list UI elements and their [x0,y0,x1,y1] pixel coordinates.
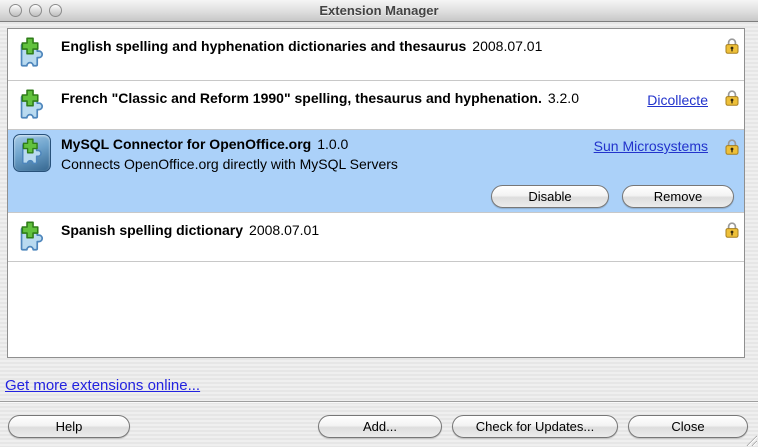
minimize-window-icon[interactable] [29,4,42,17]
extension-version: 1.0.0 [317,136,348,152]
get-more-extensions-link[interactable]: Get more extensions online... [5,377,200,394]
extension-row-english[interactable]: English spelling and hyphenation diction… [8,29,744,81]
traffic-lights [9,4,62,17]
window-title: Extension Manager [0,0,758,21]
lock-icon [725,221,739,238]
extension-name: MySQL Connector for OpenOffice.org [61,136,311,152]
extension-puzzle-icon [15,221,49,255]
extension-list[interactable]: English spelling and hyphenation diction… [7,28,745,358]
check-for-updates-button[interactable]: Check for Updates... [452,415,618,438]
publisher-link[interactable]: Sun Microsystems [594,138,708,154]
lock-icon [725,89,739,106]
lock-icon [725,37,739,54]
extension-info: French "Classic and Reform 1990" spellin… [61,90,579,106]
extension-row-mysql-selected[interactable]: MySQL Connector for OpenOffice.org1.0.0 … [8,130,744,213]
publisher-link[interactable]: Dicollecte [647,92,708,108]
extension-info: English spelling and hyphenation diction… [61,38,542,54]
extension-name: English spelling and hyphenation diction… [61,38,466,54]
extension-row-french[interactable]: French "Classic and Reform 1990" spellin… [8,81,744,130]
close-window-icon[interactable] [9,4,22,17]
resize-grip[interactable] [744,433,757,446]
extension-puzzle-icon [15,89,49,123]
extension-actions: Disable Remove [491,185,734,208]
lock-icon [725,138,739,155]
extension-puzzle-icon [15,37,49,71]
extension-name: Spanish spelling dictionary [61,222,243,238]
window-titlebar[interactable]: Extension Manager [0,0,758,22]
remove-button[interactable]: Remove [622,185,734,208]
mysql-extension-icon [13,134,51,172]
extension-version: 3.2.0 [548,90,579,106]
extension-info: MySQL Connector for OpenOffice.org1.0.0 … [61,136,398,172]
extension-row-spanish[interactable]: Spanish spelling dictionary 2008.07.01 [8,213,744,262]
extension-info: Spanish spelling dictionary 2008.07.01 [61,222,319,238]
extension-version: 2008.07.01 [249,222,319,238]
disable-button[interactable]: Disable [491,185,609,208]
extension-description: Connects OpenOffice.org directly with My… [61,156,398,172]
extension-version: 2008.07.01 [472,38,542,54]
extension-name: French "Classic and Reform 1990" spellin… [61,90,542,106]
help-button[interactable]: Help [8,415,130,438]
close-button[interactable]: Close [628,415,748,438]
add-button[interactable]: Add... [318,415,442,438]
zoom-window-icon[interactable] [49,4,62,17]
footer-separator [0,401,758,402]
